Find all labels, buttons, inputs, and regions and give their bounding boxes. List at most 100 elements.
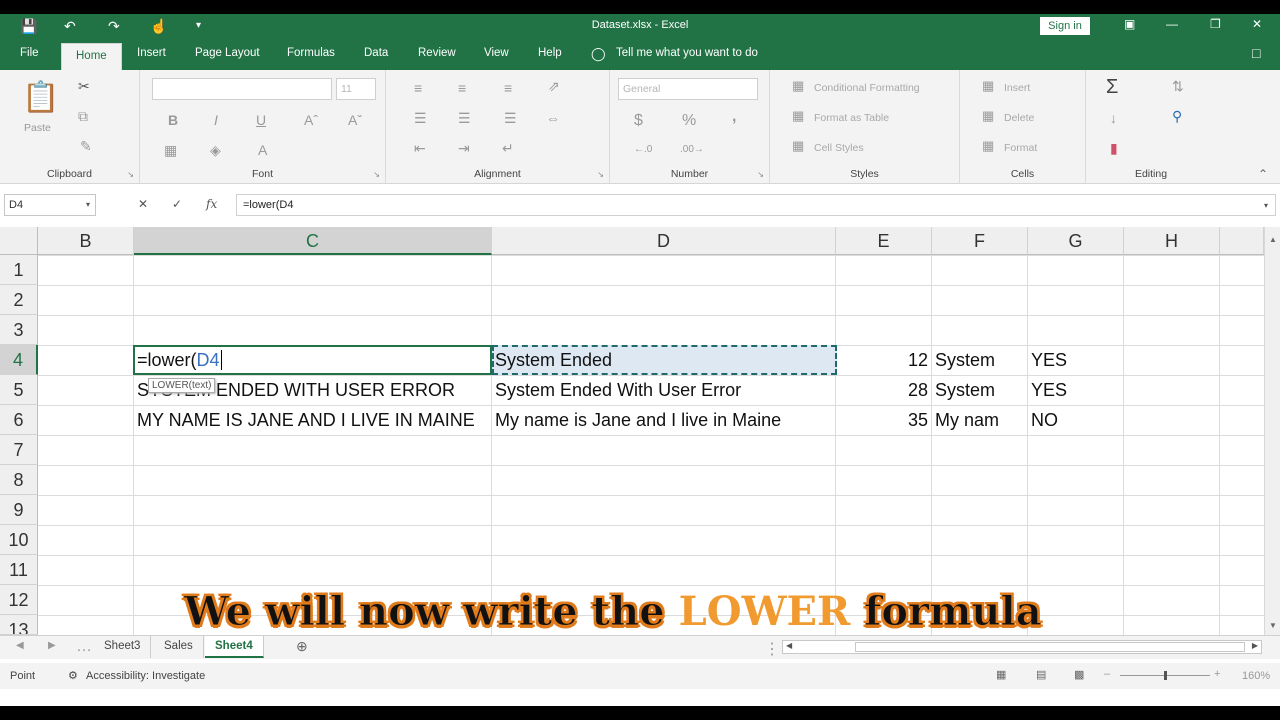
row-header-1[interactable]: 1 xyxy=(0,255,38,285)
sign-in-button[interactable]: Sign in xyxy=(1040,17,1090,35)
cell-e4[interactable]: 12 xyxy=(836,345,928,375)
row-header-2[interactable]: 2 xyxy=(0,285,38,315)
format-cells-icon[interactable]: ▦ xyxy=(982,138,994,154)
fill-color-icon[interactable]: ◈ xyxy=(210,142,221,159)
scroll-down-icon[interactable]: ▼ xyxy=(1269,621,1277,630)
zoom-in-icon[interactable]: + xyxy=(1214,668,1220,680)
column-header-next[interactable] xyxy=(1220,227,1264,255)
tab-data[interactable]: Data xyxy=(364,47,388,59)
row-header-10[interactable]: 10 xyxy=(0,525,38,555)
format-as-table-icon[interactable]: ▦ xyxy=(792,108,804,124)
cell-g6[interactable]: NO xyxy=(1031,405,1058,435)
tab-view[interactable]: View xyxy=(484,47,509,59)
horizontal-scroll-thumb[interactable] xyxy=(855,642,1245,652)
cell-e5[interactable]: 28 xyxy=(836,375,928,405)
sheet-tab-sheet3[interactable]: Sheet3 xyxy=(94,636,152,658)
formula-input[interactable]: =lower(D4 xyxy=(236,194,1276,216)
row-header-8[interactable]: 8 xyxy=(0,465,38,495)
fill-icon[interactable]: ↓ xyxy=(1110,110,1117,126)
cell-d5[interactable]: System Ended With User Error xyxy=(495,375,741,405)
increase-decimal-icon[interactable]: ←.0 xyxy=(634,144,652,155)
italic-button[interactable]: I xyxy=(214,112,218,128)
next-sheet-icon[interactable]: ▶ xyxy=(48,640,56,651)
cut-icon[interactable]: ✂ xyxy=(78,78,90,95)
row-header-6[interactable]: 6 xyxy=(0,405,38,435)
cell-f4[interactable]: System xyxy=(935,345,995,375)
merge-center-icon[interactable]: ⇔ xyxy=(546,110,560,126)
row-header-12[interactable]: 12 xyxy=(0,585,38,615)
cell-c4[interactable]: =lower(D4 xyxy=(137,345,222,375)
zoom-out-icon[interactable]: – xyxy=(1104,668,1110,680)
tab-home[interactable]: Home xyxy=(61,43,122,70)
customize-toolbar-icon[interactable]: ▾ xyxy=(196,20,201,31)
column-header-b[interactable]: B xyxy=(38,227,134,255)
comments-icon[interactable]: □ xyxy=(1252,45,1260,61)
comma-button[interactable]: , xyxy=(732,108,736,126)
sheet-more-icon[interactable]: … xyxy=(76,638,92,656)
copy-icon[interactable]: ⧉ xyxy=(78,108,88,125)
cell-g5[interactable]: YES xyxy=(1031,375,1067,405)
column-header-h[interactable]: H xyxy=(1124,227,1220,255)
bold-button[interactable]: B xyxy=(168,112,178,128)
format-painter-icon[interactable]: ✎ xyxy=(80,138,92,155)
tell-me-search[interactable]: Tell me what you want to do xyxy=(616,47,758,59)
clear-icon[interactable]: ▮ xyxy=(1110,140,1118,157)
row-header-13[interactable]: 13 xyxy=(0,615,38,635)
column-header-c[interactable]: C xyxy=(134,227,492,255)
column-header-g[interactable]: G xyxy=(1028,227,1124,255)
ribbon-display-icon[interactable]: ▣ xyxy=(1124,17,1135,31)
decrease-indent-icon[interactable]: ⇤ xyxy=(414,140,426,157)
alignment-launcher-icon[interactable]: ↘ xyxy=(597,170,604,179)
font-launcher-icon[interactable]: ↘ xyxy=(373,170,380,179)
sort-filter-icon[interactable]: ⇅ xyxy=(1172,78,1184,95)
font-color-icon[interactable]: A xyxy=(258,142,267,158)
close-button[interactable]: ✕ xyxy=(1252,17,1262,31)
bottom-align-icon[interactable]: ≡ xyxy=(504,80,512,96)
shrink-font-icon[interactable]: Aˇ xyxy=(348,112,362,128)
font-size-dropdown[interactable]: 11 xyxy=(336,78,376,100)
middle-align-icon[interactable]: ≡ xyxy=(458,80,466,96)
accessibility-status[interactable]: Accessibility: Investigate xyxy=(86,670,205,682)
increase-indent-icon[interactable]: ⇥ xyxy=(458,140,470,157)
cell-d4[interactable]: System Ended xyxy=(495,345,612,375)
center-icon[interactable]: ☰ xyxy=(458,110,471,127)
autosum-icon[interactable]: Σ xyxy=(1106,76,1118,99)
accessibility-icon[interactable]: ⚙ xyxy=(68,669,78,682)
zoom-level[interactable]: 160% xyxy=(1242,670,1270,682)
paste-icon[interactable]: 📋 xyxy=(22,80,59,115)
cell-c6[interactable]: MY NAME IS JANE AND I LIVE IN MAINE xyxy=(137,405,475,435)
insert-cells-icon[interactable]: ▦ xyxy=(982,78,994,94)
cell-g4[interactable]: YES xyxy=(1031,345,1067,375)
tab-review[interactable]: Review xyxy=(418,47,456,59)
sheet-tab-sales[interactable]: Sales xyxy=(154,636,204,658)
number-format-dropdown[interactable]: General xyxy=(618,78,758,100)
cell-f6[interactable]: My nam xyxy=(935,405,999,435)
format-cells-button[interactable]: Format xyxy=(1004,142,1037,154)
orientation-icon[interactable]: ⇗ xyxy=(548,78,560,95)
cell-d6[interactable]: My name is Jane and I live in Maine xyxy=(495,405,781,435)
cell-f5[interactable]: System xyxy=(935,375,995,405)
decrease-decimal-icon[interactable]: .00→ xyxy=(680,144,704,155)
cell-styles-button[interactable]: Cell Styles xyxy=(814,142,864,154)
paste-label[interactable]: Paste xyxy=(24,122,51,134)
scroll-up-icon[interactable]: ▲ xyxy=(1269,235,1277,244)
clipboard-launcher-icon[interactable]: ↘ xyxy=(127,170,134,179)
percent-button[interactable]: % xyxy=(682,112,696,130)
delete-cells-button[interactable]: Delete xyxy=(1004,112,1034,124)
page-layout-view-icon[interactable]: ▤ xyxy=(1036,668,1046,681)
new-sheet-icon[interactable]: ⊕ xyxy=(296,638,308,655)
splitter-icon[interactable]: ⋮ xyxy=(764,639,780,659)
horizontal-scrollbar[interactable]: ◀ ▶ xyxy=(782,640,1262,654)
maximize-button[interactable]: ❐ xyxy=(1210,17,1221,31)
prev-sheet-icon[interactable]: ◀ xyxy=(16,640,24,651)
borders-icon[interactable]: ▦ xyxy=(164,142,177,159)
grow-font-icon[interactable]: Aˆ xyxy=(304,112,318,128)
row-header-11[interactable]: 11 xyxy=(0,555,38,585)
scroll-left-icon[interactable]: ◀ xyxy=(786,641,792,650)
number-launcher-icon[interactable]: ↘ xyxy=(757,170,764,179)
collapse-ribbon-icon[interactable]: ⌃ xyxy=(1258,167,1268,181)
tab-insert[interactable]: Insert xyxy=(137,47,166,59)
font-name-dropdown[interactable] xyxy=(152,78,332,100)
column-header-e[interactable]: E xyxy=(836,227,932,255)
align-left-icon[interactable]: ☰ xyxy=(414,110,427,127)
